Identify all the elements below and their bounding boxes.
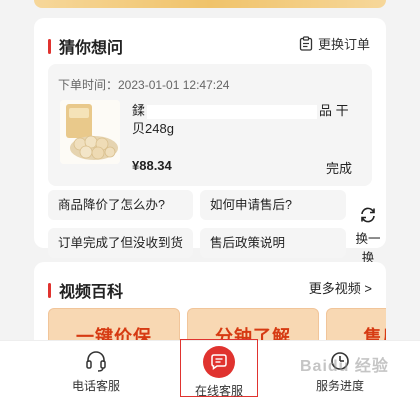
swap-button[interactable]: 换一换 <box>352 206 384 266</box>
tab-phone-service[interactable]: 电话客服 <box>46 341 146 400</box>
chat-icon <box>203 346 235 378</box>
change-order-label: 更换订单 <box>317 37 370 52</box>
order-time: 下单时间：2023-01-01 12:47:24 <box>58 78 230 92</box>
question-apply-aftersale[interactable]: 如何申请售后? <box>200 190 346 220</box>
title-accent-bar <box>48 282 51 298</box>
order-status: 完成 <box>325 161 352 176</box>
title-accent-bar <box>48 38 51 54</box>
question-aftersale-policy[interactable]: 售后政策说明 <box>200 228 346 258</box>
headset-icon <box>86 351 106 372</box>
order-price: ¥88.34 <box>132 158 172 173</box>
tab-online-label: 在线客服 <box>194 384 243 398</box>
tab-progress-label: 服务进度 <box>315 379 364 393</box>
order-summary[interactable]: 下单时间：2023-01-01 12:47:24 鍒 品 干 贝248g ¥88.… <box>48 64 372 186</box>
refresh-icon <box>361 207 375 223</box>
guess-card: 猜你想问 更换订单 下单时间：2023-01-01 12:47:24 鍒 品 干… <box>34 18 386 265</box>
question-price-drop[interactable]: 商品降价了怎么办? <box>48 190 193 220</box>
guess-title-text: 猜你想问 <box>59 40 124 57</box>
video-title-text: 视频百科 <box>59 284 124 301</box>
more-videos-link[interactable]: 更多视频 > <box>309 278 372 297</box>
product-name-prefix: 鍒 <box>132 103 146 118</box>
tab-phone-label: 电话客服 <box>71 379 120 393</box>
product-name: 鍒 品 干 贝248g <box>132 102 364 138</box>
question-not-received[interactable]: 订单完成了但没收到货 <box>48 228 193 258</box>
tab-online-service[interactable]: 在线客服 <box>180 339 258 398</box>
watermark: Baidu 经验 <box>300 358 389 375</box>
top-banner <box>34 0 386 8</box>
guess-section-title: 猜你想问 <box>48 34 123 58</box>
redacted-text <box>147 104 318 119</box>
product-image <box>60 100 120 164</box>
clipboard-icon <box>299 36 313 51</box>
product-name-line2: 贝248g <box>132 121 174 136</box>
product-name-suffix: 品 干 <box>319 103 349 118</box>
change-order-button[interactable]: 更换订单 <box>299 34 370 53</box>
video-section-title: 视频百科 <box>48 278 123 302</box>
swap-label: 换一换 <box>355 232 381 265</box>
